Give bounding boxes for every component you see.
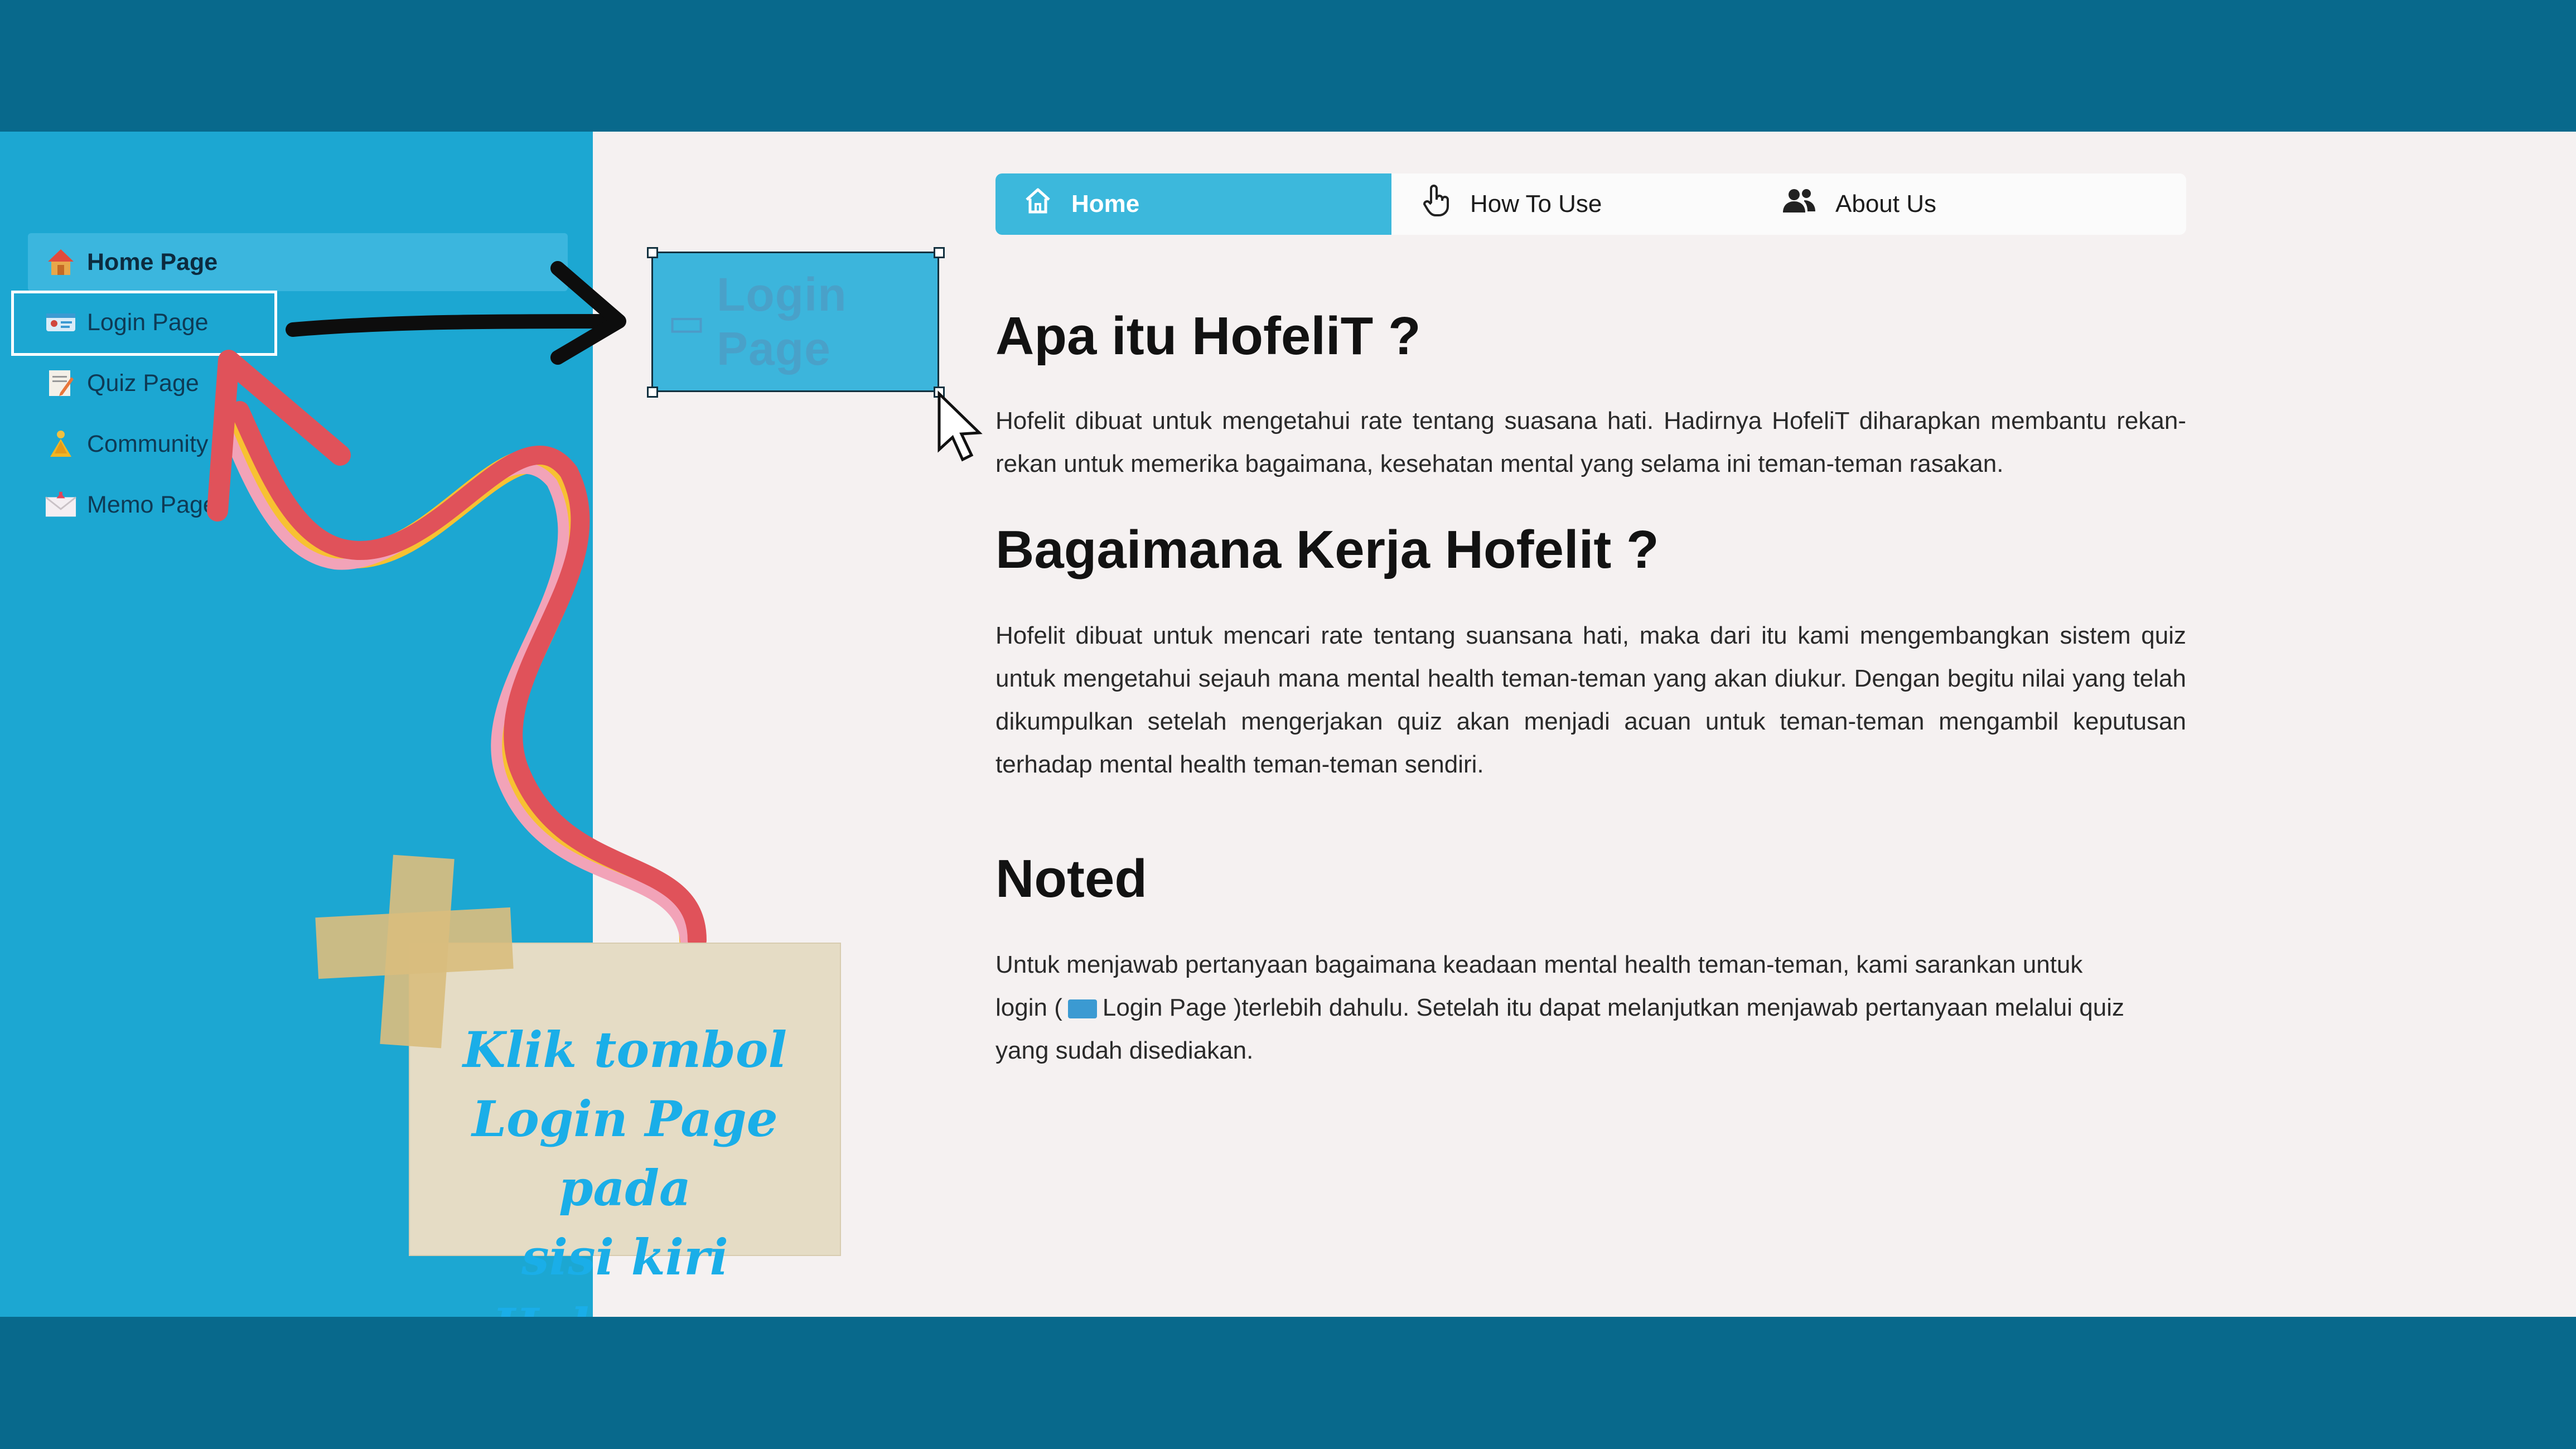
app-frame: Home Page Login Page Quiz Page Community… — [0, 132, 2576, 1317]
noted-line: yang sudah disediakan. — [995, 1037, 1254, 1064]
section-what-is: Apa itu HofeliT ? — [995, 306, 2186, 367]
pointer-hand-icon — [1422, 184, 1451, 225]
noted-text: Untuk menjawab pertanyaan bagaimana kead… — [995, 943, 2186, 1072]
resize-handle[interactable] — [647, 247, 658, 258]
sidebar-item-quiz[interactable]: Quiz Page — [28, 354, 568, 412]
section-noted: Noted — [995, 848, 2186, 910]
sidebar-item-home[interactable]: Home Page — [28, 233, 568, 291]
noted-line: login ( Login Page )terlebih dahulu. Sete… — [995, 986, 2186, 1029]
section-text: Hofelit dibuat untuk mencari rate tentan… — [995, 622, 2186, 778]
top-band — [0, 0, 2576, 132]
resize-handle[interactable] — [647, 387, 658, 398]
tab-label: About Us — [1835, 190, 1936, 218]
sidebar-item-label: Home Page — [87, 248, 218, 276]
tab-about-us[interactable]: About Us — [1782, 173, 1936, 235]
sidebar-item-label: Memo Page — [87, 491, 216, 518]
section-how-it-works: Bagaimana Kerja Hofelit ? — [995, 519, 2186, 581]
annotation-text: Klik tombol Login Page pada sisi kiri Ha… — [409, 1015, 841, 1317]
login-zoom-callout: ▭ Login Page — [651, 252, 939, 392]
resize-handle[interactable] — [934, 387, 945, 398]
bottom-band — [0, 1317, 2576, 1449]
annotation-line: sisi kiri Halaman. — [492, 1228, 757, 1317]
sidebar-item-label: Community — [87, 430, 209, 457]
section-title: Apa itu HofeliT ? — [995, 306, 1421, 366]
quiz-icon — [45, 367, 77, 399]
home-icon — [45, 246, 77, 278]
resize-handle[interactable] — [934, 247, 945, 258]
noted-line: Untuk menjawab pertanyaan bagaimana kead… — [995, 951, 2083, 978]
annotation-note: Klik tombol Login Page pada sisi kiri Ha… — [409, 943, 841, 1317]
section-title: Bagaimana Kerja Hofelit ? — [995, 520, 1659, 579]
home-outline-icon — [1023, 186, 1052, 223]
sidebar-item-label: Quiz Page — [87, 369, 199, 397]
id-card-icon — [1067, 999, 1097, 1019]
section-title: Noted — [995, 849, 1147, 909]
sidebar-item-memo[interactable]: Memo Page — [28, 476, 568, 534]
users-icon — [1782, 187, 1816, 222]
login-highlight-box — [11, 291, 277, 356]
sidebar-item-community[interactable]: Community — [28, 415, 568, 473]
tab-label: Home — [1071, 190, 1140, 218]
noted-text-pre: login ( — [995, 994, 1062, 1021]
community-icon — [45, 428, 77, 460]
tape-strip — [315, 907, 514, 979]
zoom-label: Login Page — [717, 268, 847, 375]
tab-home[interactable]: Home — [995, 173, 1391, 235]
mail-icon — [45, 489, 77, 521]
tab-label: How To Use — [1470, 190, 1602, 218]
top-nav: Home How To Use About Us — [995, 173, 2186, 235]
noted-text-post: )terlebih dahulu. Setelah itu dapat mela… — [1233, 994, 2124, 1021]
id-card-icon: ▭ — [668, 300, 706, 345]
section-text: Hofelit dibuat untuk mengetahui rate ten… — [995, 407, 2186, 477]
login-page-link[interactable]: Login Page — [1103, 994, 1227, 1021]
annotation-line: Klik tombol — [462, 1021, 787, 1079]
annotation-line: Login Page pada — [472, 1090, 778, 1217]
tab-how-to-use[interactable]: How To Use — [1391, 173, 1782, 235]
